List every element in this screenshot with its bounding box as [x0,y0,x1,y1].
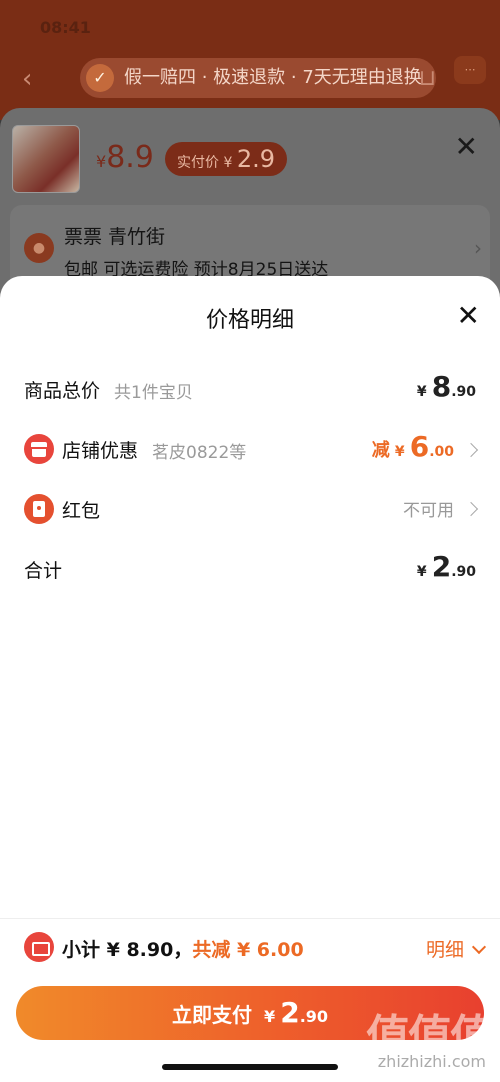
red-packet-label: 红包 [62,500,101,522]
total-price-value: ¥ 8.90 [416,370,476,403]
sheet-title: 价格明细 [205,308,294,333]
close-icon[interactable]: ✕ [457,302,480,330]
paid-price-badge: 实付价 ¥ 2.9 [165,142,287,176]
shop-icon [24,434,54,464]
detail-toggle-button[interactable]: 明细 [426,935,487,962]
back-arrow-icon: ‹ [22,64,33,94]
shop-discount-label: 店铺优惠 [62,440,139,462]
chevron-right-icon [463,501,479,517]
watermark-url: zhizhizhi.com [377,1052,486,1071]
product-price: ¥8.9 [96,140,154,175]
guarantee-text: 假一赔四 · 极速退款 · 7天无理由退换 [124,67,422,88]
guarantee-banner: ✓ 假一赔四 · 极速退款 · 7天无理由退换 [80,58,436,98]
order-close-icon: ✕ [454,130,478,163]
shield-icon: ✓ [86,64,114,92]
row-sum: 合计 ¥ 2.90 [24,548,476,588]
red-packet-value: 不可用 [403,496,479,521]
cart-icon: ⊔ [418,66,436,91]
shop-discount-value: 减 ¥ 6.00 [372,430,479,463]
subtotal-summary: 小计 ¥ 8.90，共减 ¥ 6.00 [62,939,304,961]
shop-discount-coupon: 茗皮0822等 [152,443,247,463]
chevron-down-icon [471,939,487,955]
chevron-right-icon [463,442,479,457]
sum-value: ¥ 2.90 [416,550,476,583]
sum-label: 合计 [24,560,63,582]
product-thumbnail [12,125,80,193]
home-indicator[interactable] [162,1064,338,1070]
row-shop-discount[interactable]: 店铺优惠 茗皮0822等 减 ¥ 6.00 [24,428,479,468]
item-count: 共1件宝贝 [114,383,193,403]
more-icon: ⋯ [454,56,486,84]
red-packet-icon [24,494,54,524]
row-red-packet[interactable]: 红包 不可用 [24,488,479,528]
footer-divider [0,918,500,919]
location-pin-icon: ● [24,233,54,263]
ticket-icon [24,932,54,962]
address-chevron-icon: › [474,236,482,260]
status-bar-time: 08:41 [40,18,91,37]
row-total-price: 商品总价 共1件宝贝 ¥ 8.90 [24,368,476,408]
total-price-label: 商品总价 [24,380,101,402]
address-name: 票票 青竹街 [64,226,166,248]
